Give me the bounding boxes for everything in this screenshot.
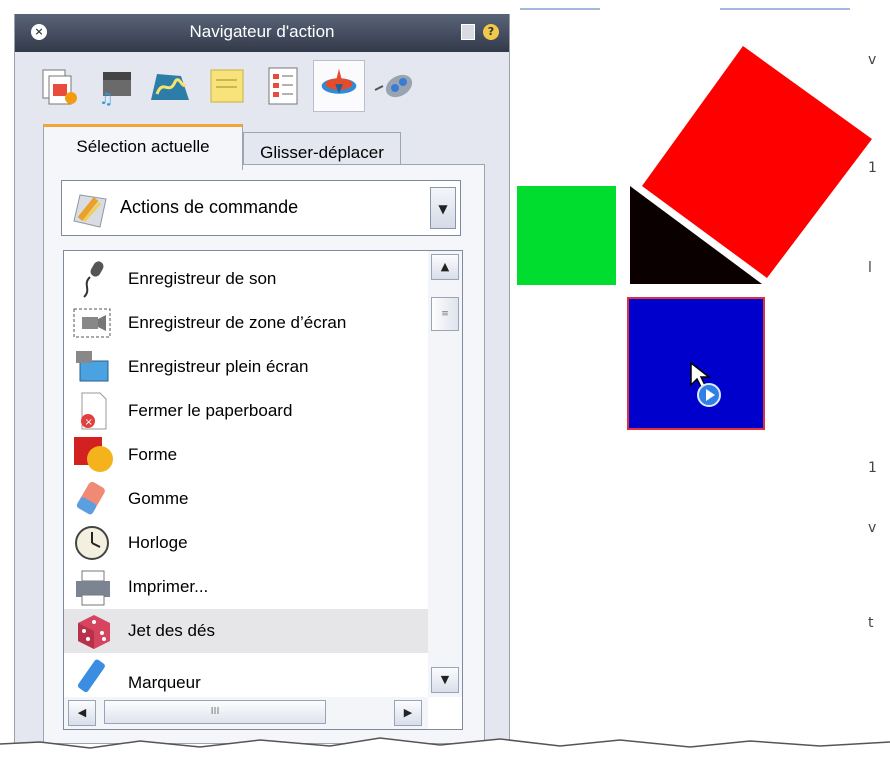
list-item[interactable]: Horloge: [64, 521, 428, 565]
edge-fragment: 1: [868, 460, 877, 476]
clock-icon: [75, 526, 109, 560]
item-label: Enregistreur de son: [128, 269, 277, 288]
item-label: Jet des dés: [128, 621, 215, 640]
pin-icon[interactable]: [461, 24, 475, 40]
scroll-up-icon[interactable]: ▲: [431, 254, 459, 280]
edge-fragment: l: [868, 260, 872, 276]
pointer-with-action-icon: [690, 361, 721, 407]
list-item[interactable]: Forme: [64, 433, 428, 477]
horizontal-scroll-thumb[interactable]: III: [104, 700, 326, 724]
command-actions-icon: [73, 194, 107, 228]
actions-icon[interactable]: [313, 60, 365, 112]
action-list: Enregistreur de son Enregistreur de zone…: [63, 250, 463, 730]
tab-current-selection[interactable]: Sélection actuelle: [43, 124, 243, 170]
list-item[interactable]: × Fermer le paperboard: [64, 389, 428, 433]
panel-title: Navigateur d'action: [189, 22, 335, 41]
scroll-left-icon[interactable]: ◀: [68, 700, 96, 726]
item-label: Forme: [128, 445, 178, 464]
list-item[interactable]: Imprimer...: [64, 565, 428, 609]
notes-icon[interactable]: [201, 60, 253, 112]
edge-fragment: v: [868, 520, 877, 536]
scroll-down-icon[interactable]: ▼: [431, 667, 459, 693]
scroll-right-icon[interactable]: ▶: [394, 700, 422, 726]
item-label: Enregistreur plein écran: [128, 357, 309, 376]
edge-fragment: t: [868, 615, 874, 631]
item-label: Fermer le paperboard: [128, 401, 293, 420]
svg-text:♫: ♫: [99, 89, 113, 108]
list-item[interactable]: Enregistreur de zone d’écran: [64, 301, 428, 345]
blue-square[interactable]: [627, 297, 765, 430]
item-label: Horloge: [128, 533, 188, 552]
eraser-icon: [76, 481, 105, 515]
list-item[interactable]: Enregistreur plein écran: [64, 345, 428, 389]
green-square[interactable]: [517, 186, 616, 285]
list-item[interactable]: Jet des dés: [64, 609, 428, 653]
list-item[interactable]: Gomme: [64, 477, 428, 521]
vertical-scrollbar[interactable]: ▲ ≡ ▼: [428, 251, 462, 697]
devices-icon[interactable]: [369, 60, 421, 112]
edge-fragment: v: [868, 52, 877, 68]
horizontal-scrollbar[interactable]: ◀ III ▶: [64, 697, 428, 729]
browser-toolbar: ♫: [25, 56, 501, 120]
item-label: Imprimer...: [128, 577, 209, 596]
edge-fragment: 1: [868, 160, 877, 176]
page-properties-icon[interactable]: [33, 60, 85, 112]
list-item[interactable]: Enregistreur de son: [64, 257, 428, 301]
microphone-icon: [83, 261, 104, 298]
fullscreen-recorder-icon: [76, 351, 109, 382]
ink-icon[interactable]: [145, 60, 197, 112]
dice-icon: [78, 615, 110, 649]
vertical-scroll-thumb[interactable]: ≡: [431, 297, 459, 331]
action-category-select[interactable]: Actions de commande ▼: [61, 180, 461, 236]
printer-icon: [76, 570, 110, 606]
area-recorder-icon: [73, 308, 111, 338]
shape-icon: [74, 437, 113, 472]
item-label: Gomme: [128, 489, 189, 508]
marker-icon: [77, 659, 105, 693]
checklist-icon[interactable]: [257, 60, 309, 112]
close-flipchart-icon: ×: [81, 392, 107, 430]
red-rotated-square[interactable]: [640, 40, 880, 280]
help-icon[interactable]: ?: [483, 24, 499, 40]
item-label: Enregistreur de zone d’écran: [128, 313, 347, 332]
svg-text:×: ×: [85, 417, 93, 428]
media-icon[interactable]: ♫: [89, 60, 141, 112]
action-browser-panel: × Navigateur d'action ? ♫ Sélection actu…: [14, 14, 510, 744]
chevron-down-icon[interactable]: ▼: [430, 187, 456, 229]
torn-edge-bottom: [0, 737, 890, 771]
dropdown-value: Actions de commande: [120, 197, 299, 217]
panel-titlebar: × Navigateur d'action ?: [15, 14, 509, 52]
list-item[interactable]: Marqueur: [64, 653, 428, 697]
item-label: Marqueur: [128, 673, 201, 692]
